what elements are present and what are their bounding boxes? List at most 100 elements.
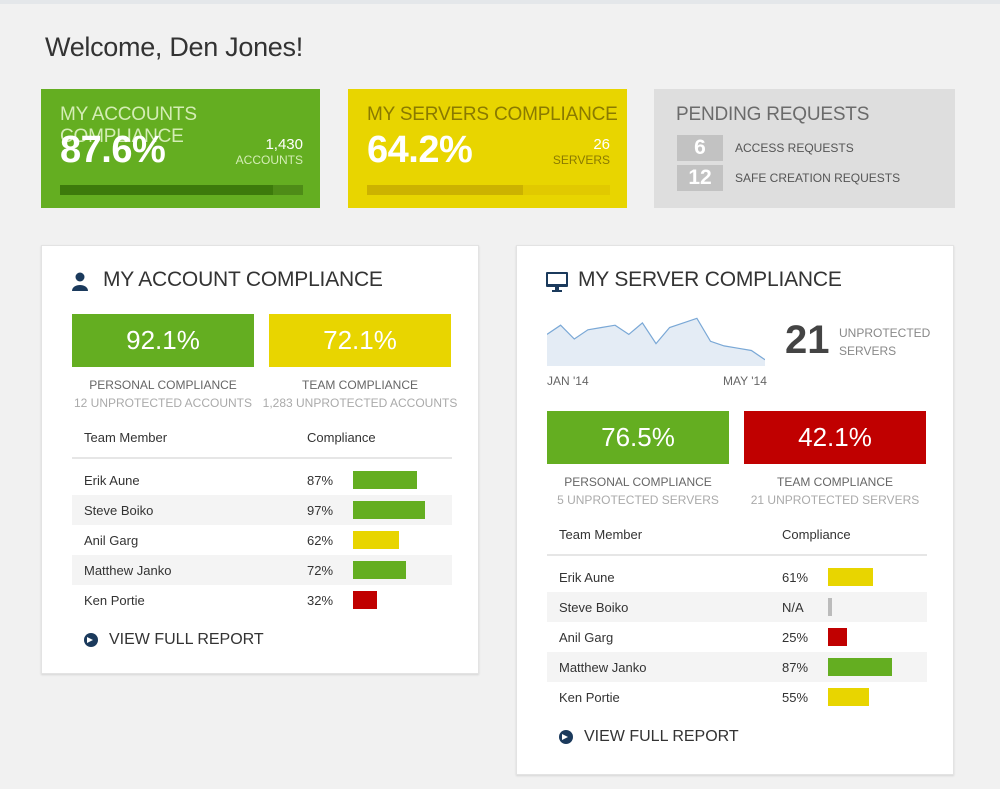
- servers-compliance-card[interactable]: MY SERVERS COMPLIANCE 64.2% 26 SERVERS: [348, 89, 627, 208]
- compliance-bar-track: [828, 568, 927, 586]
- compliance-bar: [828, 568, 873, 586]
- compliance-bar-track: [353, 591, 452, 609]
- pending-requests-card[interactable]: PENDING REQUESTS 6 ACCESS REQUESTS 12 SA…: [654, 89, 955, 208]
- compliance-bar-track: [353, 561, 452, 579]
- pending-count: 6: [677, 135, 723, 161]
- sparkline-end-label: MAY '14: [723, 374, 767, 388]
- monitor-icon: [546, 272, 568, 297]
- caption-label: TEAM COMPLIANCE: [776, 475, 893, 489]
- caption-sub: 1,283 UNPROTECTED ACCOUNTS: [262, 396, 458, 410]
- card-title: PENDING REQUESTS: [676, 104, 870, 125]
- sparkline-start-label: JAN '14: [547, 374, 589, 388]
- compliance-bar: [828, 688, 869, 706]
- caption-label: TEAM COMPLIANCE: [301, 378, 418, 392]
- sparkline-area: [547, 318, 765, 366]
- table-row[interactable]: Steve Boiko N/A: [547, 592, 927, 622]
- team-compliance-tile[interactable]: 42.1%: [744, 411, 926, 464]
- accounts-compliance-card[interactable]: MY ACCOUNTS COMPLIANCE 87.6% 1,430 ACCOU…: [41, 89, 320, 208]
- compliance-bar: [353, 591, 377, 609]
- unprotected-servers-label: UNPROTECTED SERVERS: [839, 324, 930, 360]
- table-row[interactable]: Steve Boiko 97%: [72, 495, 452, 525]
- unprotected-servers-sparkline: [547, 317, 765, 366]
- unprotected-servers-count: 21: [785, 318, 830, 362]
- servers-progress-bar: [367, 185, 610, 195]
- card-count-number: 26: [593, 136, 610, 153]
- table-row[interactable]: Erik Aune 61%: [547, 562, 927, 592]
- member-name: Ken Portie: [84, 592, 145, 608]
- card-count: 1,430 ACCOUNTS: [236, 136, 303, 168]
- member-name: Matthew Janko: [559, 659, 647, 675]
- member-name: Erik Aune: [559, 569, 615, 585]
- member-name: Steve Boiko: [84, 502, 154, 518]
- label-line-1: UNPROTECTED: [839, 326, 931, 340]
- table-row[interactable]: Anil Garg 25%: [547, 622, 927, 652]
- compliance-percent: 62%: [307, 532, 334, 548]
- compliance-percent: 55%: [782, 689, 809, 705]
- compliance-percent: 61%: [782, 569, 809, 585]
- caption-sub: 12 UNPROTECTED ACCOUNTS: [73, 396, 253, 410]
- arrow-circle-right-icon: [559, 730, 573, 744]
- table-header: Team Member Compliance: [547, 514, 927, 556]
- compliance-bar-track: [353, 501, 452, 519]
- member-name: Matthew Janko: [84, 562, 172, 578]
- server-team-table: Team Member Compliance Erik Aune 61% Steve…: [547, 514, 927, 712]
- compliance-percent: 72%: [307, 562, 334, 578]
- progress-fill: [367, 185, 523, 195]
- compliance-bar: [353, 561, 406, 579]
- table-row[interactable]: Erik Aune 87%: [72, 465, 452, 495]
- table-row[interactable]: Ken Portie 32%: [72, 585, 452, 615]
- member-name: Steve Boiko: [559, 599, 629, 615]
- column-header-compliance[interactable]: Compliance: [782, 527, 851, 542]
- top-border: [0, 0, 1000, 4]
- card-count-number: 1,430: [265, 136, 303, 153]
- column-header-compliance[interactable]: Compliance: [307, 430, 376, 445]
- compliance-percent: 25%: [782, 629, 809, 645]
- compliance-bar-track: [828, 628, 927, 646]
- personal-compliance-tile[interactable]: 76.5%: [547, 411, 729, 464]
- column-header-member[interactable]: Team Member: [72, 430, 307, 445]
- compliance-bar: [353, 471, 417, 489]
- server-compliance-panel: MY SERVER COMPLIANCE JAN '14 MAY '14 21 …: [516, 245, 954, 775]
- caption-sub: 21 UNPROTECTED SERVERS: [750, 493, 920, 507]
- compliance-bar-track: [828, 658, 927, 676]
- team-compliance-caption: TEAM COMPLIANCE 21 UNPROTECTED SERVERS: [730, 473, 940, 509]
- welcome-heading: Welcome, Den Jones!: [45, 32, 303, 62]
- safe-creation-requests-row[interactable]: 12 SAFE CREATION REQUESTS: [677, 165, 900, 191]
- table-row[interactable]: Matthew Janko 72%: [72, 555, 452, 585]
- accounts-progress-bar: [60, 185, 303, 195]
- panel-title: MY SERVER COMPLIANCE: [578, 268, 842, 291]
- caption-label: PERSONAL COMPLIANCE: [564, 475, 712, 489]
- table-row[interactable]: Matthew Janko 87%: [547, 652, 927, 682]
- compliance-bar: [353, 501, 425, 519]
- server-view-full-report-link[interactable]: VIEW FULL REPORT: [559, 728, 739, 746]
- caption-label: PERSONAL COMPLIANCE: [89, 378, 237, 392]
- table-row[interactable]: Anil Garg 62%: [72, 525, 452, 555]
- compliance-bar-track: [353, 471, 452, 489]
- compliance-percent: N/A: [782, 599, 804, 615]
- card-value: 87.6%: [60, 129, 166, 171]
- link-label: VIEW FULL REPORT: [109, 631, 264, 648]
- personal-compliance-caption: PERSONAL COMPLIANCE 5 UNPROTECTED SERVER…: [533, 473, 743, 509]
- compliance-percent: 87%: [782, 659, 809, 675]
- access-requests-row[interactable]: 6 ACCESS REQUESTS: [677, 135, 854, 161]
- card-title: MY SERVERS COMPLIANCE: [367, 104, 618, 125]
- card-value: 64.2%: [367, 129, 473, 171]
- compliance-percent: 32%: [307, 592, 334, 608]
- compliance-percent: 87%: [307, 472, 334, 488]
- compliance-percent: 97%: [307, 502, 334, 518]
- pending-label: ACCESS REQUESTS: [735, 141, 854, 155]
- member-name: Anil Garg: [559, 629, 614, 645]
- panel-title: MY ACCOUNT COMPLIANCE: [103, 268, 383, 291]
- card-count-unit: SERVERS: [552, 153, 610, 167]
- pending-count: 12: [677, 165, 723, 191]
- member-name: Anil Garg: [84, 532, 139, 548]
- team-compliance-tile[interactable]: 72.1%: [269, 314, 451, 367]
- team-compliance-caption: TEAM COMPLIANCE 1,283 UNPROTECTED ACCOUN…: [255, 376, 465, 412]
- column-header-member[interactable]: Team Member: [547, 527, 782, 542]
- account-view-full-report-link[interactable]: VIEW FULL REPORT: [84, 631, 264, 649]
- account-compliance-panel: MY ACCOUNT COMPLIANCE 92.1% 72.1% PERSON…: [41, 245, 479, 674]
- personal-compliance-tile[interactable]: 92.1%: [72, 314, 254, 367]
- table-row[interactable]: Ken Portie 55%: [547, 682, 927, 712]
- user-icon: [71, 272, 89, 296]
- link-label: VIEW FULL REPORT: [584, 728, 739, 745]
